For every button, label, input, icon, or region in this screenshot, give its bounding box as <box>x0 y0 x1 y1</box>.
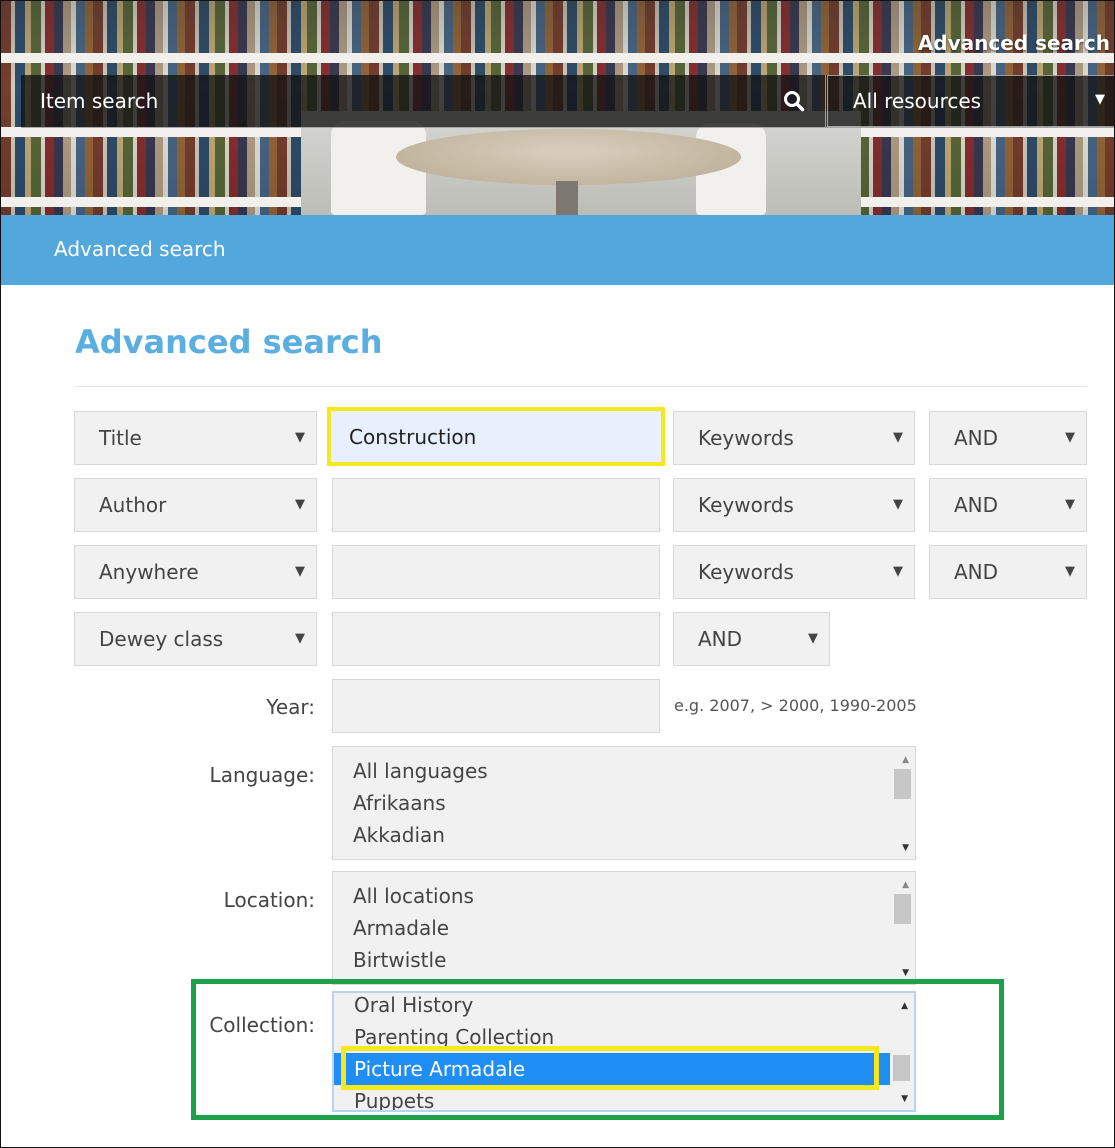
location-listbox[interactable]: All locations Armadale Birtwistle ▲ ▼ <box>332 871 916 985</box>
page-title: Advanced search <box>75 323 383 361</box>
caret-down-icon: ▼ <box>295 631 305 646</box>
operator-select-title[interactable]: AND ▼ <box>929 411 1087 465</box>
year-label: Year: <box>266 695 315 719</box>
scroll-down-icon[interactable]: ▼ <box>901 1094 908 1104</box>
year-hint: e.g. 2007, > 2000, 1990-2005 <box>674 696 917 715</box>
language-option[interactable]: Akkadian <box>333 819 893 851</box>
field-select-value: Author <box>99 493 167 517</box>
scrollbar-thumb[interactable] <box>893 1055 910 1081</box>
breadcrumb: Advanced search <box>1 215 1114 285</box>
scroll-up-icon[interactable]: ▲ <box>902 755 909 765</box>
match-select-title[interactable]: Keywords ▼ <box>673 411 915 465</box>
caret-down-icon: ▼ <box>1065 497 1075 512</box>
page-frame: Advanced search All resources ▼ Advanced… <box>0 0 1115 1148</box>
hero-table <box>396 129 741 185</box>
match-select-anywhere[interactable]: Keywords ▼ <box>673 545 915 599</box>
caret-down-icon: ▼ <box>893 564 903 579</box>
location-scrollbar[interactable]: ▲ ▼ <box>893 872 915 984</box>
scrollbar-thumb[interactable] <box>894 894 911 924</box>
field-select-title[interactable]: Title ▼ <box>74 411 317 465</box>
resource-select-value: All resources <box>853 89 982 113</box>
hero-table-leg <box>556 181 578 215</box>
match-select-author[interactable]: Keywords ▼ <box>673 478 915 532</box>
location-options: All locations Armadale Birtwistle <box>333 872 893 984</box>
caret-down-icon: ▼ <box>295 430 305 445</box>
field-select-anywhere[interactable]: Anywhere ▼ <box>74 545 317 599</box>
caret-down-icon: ▼ <box>1065 430 1075 445</box>
search-term-input-author[interactable] <box>332 478 660 532</box>
search-button[interactable] <box>763 75 826 127</box>
field-select-dewey[interactable]: Dewey class ▼ <box>74 612 317 666</box>
collection-option[interactable]: Oral History <box>334 993 892 1021</box>
operator-select-author[interactable]: AND ▼ <box>929 478 1087 532</box>
operator-select-value: AND <box>954 426 999 450</box>
year-input[interactable] <box>332 679 660 733</box>
item-search-input[interactable] <box>21 75 761 127</box>
title-divider <box>75 386 1087 387</box>
language-option[interactable]: Afrikaans <box>333 787 893 819</box>
search-term-input-dewey[interactable] <box>332 612 660 666</box>
search-term-input-title[interactable]: Construction <box>327 407 665 466</box>
language-option[interactable]: All languages <box>333 755 893 787</box>
language-listbox[interactable]: All languages Afrikaans Akkadian ▲ ▼ <box>332 746 916 860</box>
scroll-down-icon[interactable]: ▼ <box>902 968 909 978</box>
location-label: Location: <box>223 888 315 912</box>
collection-label: Collection: <box>209 1013 315 1037</box>
location-option[interactable]: Birtwistle <box>333 944 893 976</box>
caret-down-icon: ▼ <box>1065 564 1075 579</box>
operator-select-dewey[interactable]: AND ▼ <box>673 612 830 666</box>
match-select-value: Keywords <box>698 493 794 517</box>
search-icon <box>784 91 805 112</box>
caret-down-icon: ▼ <box>893 497 903 512</box>
location-option[interactable]: Armadale <box>333 912 893 944</box>
location-option[interactable]: All locations <box>333 880 893 912</box>
resource-select[interactable]: All resources ▼ <box>827 75 1114 127</box>
item-search-bar: All resources ▼ <box>21 75 1114 128</box>
match-select-value: Keywords <box>698 560 794 584</box>
collection-scrollbar[interactable]: ▲ ▼ <box>892 993 914 1110</box>
breadcrumb-item: Advanced search <box>54 237 226 261</box>
language-label: Language: <box>209 763 315 787</box>
match-select-value: Keywords <box>698 426 794 450</box>
scroll-down-icon[interactable]: ▼ <box>902 843 909 853</box>
caret-down-icon: ▼ <box>1095 92 1105 107</box>
selected-option-highlight-box <box>341 1046 879 1090</box>
field-select-value: Anywhere <box>99 560 199 584</box>
advanced-search-link[interactable]: Advanced search <box>918 31 1110 55</box>
operator-select-value: AND <box>954 493 999 517</box>
field-select-value: Dewey class <box>99 627 224 651</box>
language-options: All languages Afrikaans Akkadian <box>333 747 893 859</box>
language-scrollbar[interactable]: ▲ ▼ <box>893 747 915 859</box>
field-select-value: Title <box>99 426 142 450</box>
scroll-up-icon[interactable]: ▲ <box>901 1001 908 1011</box>
caret-down-icon: ▼ <box>295 497 305 512</box>
operator-select-value: AND <box>698 627 743 651</box>
caret-down-icon: ▼ <box>893 430 903 445</box>
caret-down-icon: ▼ <box>808 631 818 646</box>
scroll-up-icon[interactable]: ▲ <box>902 880 909 890</box>
search-term-input-anywhere[interactable] <box>332 545 660 599</box>
operator-select-anywhere[interactable]: AND ▼ <box>929 545 1087 599</box>
caret-down-icon: ▼ <box>295 564 305 579</box>
search-term-value: Construction <box>349 424 477 449</box>
field-select-author[interactable]: Author ▼ <box>74 478 317 532</box>
operator-select-value: AND <box>954 560 999 584</box>
scrollbar-thumb[interactable] <box>894 769 911 799</box>
